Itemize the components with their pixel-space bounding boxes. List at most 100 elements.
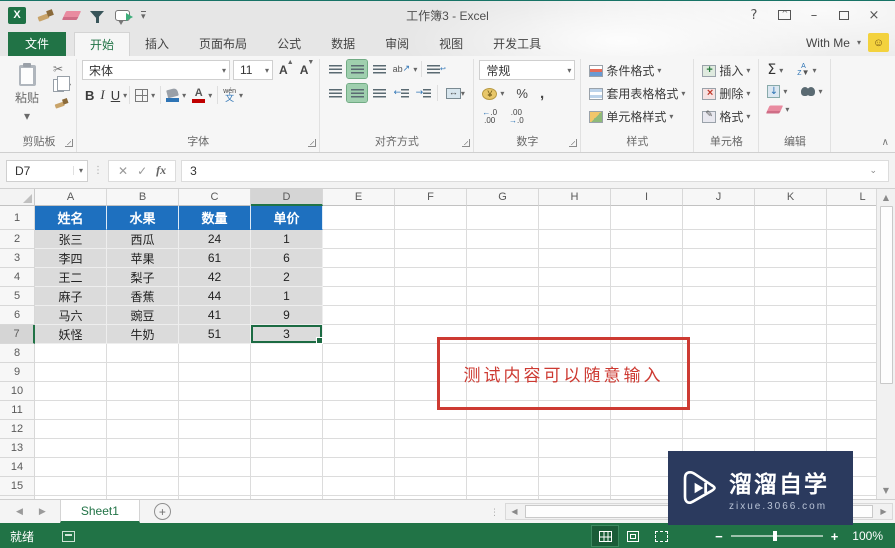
cell-L5[interactable] <box>827 287 876 306</box>
row-header-11[interactable]: 11 <box>0 401 35 420</box>
find-select-button[interactable]: ▾ <box>798 85 825 98</box>
cell-A10[interactable] <box>35 382 107 401</box>
grow-font-button[interactable]: A ▲ <box>276 59 294 79</box>
vertical-scrollbar[interactable]: ▲ ▼ <box>876 189 895 499</box>
bottom-align-button[interactable] <box>369 60 389 78</box>
cell-G1[interactable] <box>467 206 539 230</box>
row-header-9[interactable]: 9 <box>0 363 35 382</box>
enter-icon[interactable]: ✓ <box>137 164 147 178</box>
formula-input[interactable]: 3 ⌄ <box>181 159 889 182</box>
cell-H2[interactable] <box>539 230 611 249</box>
cell-E16[interactable] <box>323 496 395 499</box>
cell-J3[interactable] <box>683 249 755 268</box>
cell-C7[interactable]: 51 <box>179 325 251 344</box>
cell-A13[interactable] <box>35 439 107 458</box>
page-break-view-button[interactable] <box>647 525 675 547</box>
cell-L7[interactable] <box>827 325 876 344</box>
comma-style-button[interactable]: , <box>537 86 547 101</box>
cell-E11[interactable] <box>323 401 395 420</box>
tab-page-layout[interactable]: 页面布局 <box>184 32 262 56</box>
cell-E14[interactable] <box>323 458 395 477</box>
cell-B8[interactable] <box>107 344 179 363</box>
name-box[interactable]: D7 ▾ <box>6 159 88 182</box>
macro-record-icon[interactable] <box>62 530 76 542</box>
fill-color-button[interactable]: ▾ <box>163 87 189 104</box>
format-cells-button[interactable]: 格式 ▾ <box>699 106 753 127</box>
wrap-text-button[interactable]: ↩ <box>426 60 446 78</box>
cell-F15[interactable] <box>395 477 467 496</box>
cell-A15[interactable] <box>35 477 107 496</box>
column-header-B[interactable]: B <box>107 189 179 206</box>
cell-L8[interactable] <box>827 344 876 363</box>
cell-K10[interactable] <box>755 382 827 401</box>
chevron-down-icon[interactable]: ▾ <box>857 38 861 47</box>
cell-H13[interactable] <box>539 439 611 458</box>
cell-I2[interactable] <box>611 230 683 249</box>
cell-L9[interactable] <box>827 363 876 382</box>
cell-A8[interactable] <box>35 344 107 363</box>
cell-K5[interactable] <box>755 287 827 306</box>
cell-H14[interactable] <box>539 458 611 477</box>
cell-K7[interactable] <box>755 325 827 344</box>
row-header-4[interactable]: 4 <box>0 268 35 287</box>
cell-L11[interactable] <box>827 401 876 420</box>
row-header-13[interactable]: 13 <box>0 439 35 458</box>
cell-I12[interactable] <box>611 420 683 439</box>
cell-A2[interactable]: 张三 <box>35 230 107 249</box>
scroll-left-icon[interactable]: ◀ <box>506 503 523 520</box>
cell-B2[interactable]: 西瓜 <box>107 230 179 249</box>
cell-A3[interactable]: 李四 <box>35 249 107 268</box>
cell-C9[interactable] <box>179 363 251 382</box>
cell-C11[interactable] <box>179 401 251 420</box>
scroll-right-icon[interactable]: ▶ <box>875 503 892 520</box>
format-painter-icon[interactable] <box>54 97 68 109</box>
cell-D10[interactable] <box>251 382 323 401</box>
cell-B3[interactable]: 苹果 <box>107 249 179 268</box>
minimize-icon[interactable]: – <box>801 5 827 25</box>
cell-K3[interactable] <box>755 249 827 268</box>
font-name-select[interactable]: 宋体 ▾ <box>82 60 231 80</box>
cell-B12[interactable] <box>107 420 179 439</box>
increase-indent-button[interactable]: → <box>413 84 433 102</box>
cell-G3[interactable] <box>467 249 539 268</box>
column-header-J[interactable]: J <box>683 189 755 206</box>
cell-G13[interactable] <box>467 439 539 458</box>
tab-home[interactable]: 开始 <box>74 32 131 56</box>
cell-G6[interactable] <box>467 306 539 325</box>
cell-D7[interactable]: 3 <box>251 325 323 344</box>
decrease-indent-button[interactable]: ← <box>391 84 411 102</box>
cell-A12[interactable] <box>35 420 107 439</box>
cell-C12[interactable] <box>179 420 251 439</box>
chevron-down-icon[interactable]: ▾ <box>123 91 127 100</box>
cell-A16[interactable] <box>35 496 107 499</box>
cell-B7[interactable]: 牛奶 <box>107 325 179 344</box>
cell-F14[interactable] <box>395 458 467 477</box>
cell-F3[interactable] <box>395 249 467 268</box>
cell-B10[interactable] <box>107 382 179 401</box>
cell-E12[interactable] <box>323 420 395 439</box>
cell-A1[interactable]: 姓名 <box>35 206 107 230</box>
cell-C10[interactable] <box>179 382 251 401</box>
cell-C5[interactable]: 44 <box>179 287 251 306</box>
cell-I1[interactable] <box>611 206 683 230</box>
cell-G12[interactable] <box>467 420 539 439</box>
cell-F5[interactable] <box>395 287 467 306</box>
filter-icon[interactable] <box>90 11 104 23</box>
cell-B15[interactable] <box>107 477 179 496</box>
cell-E2[interactable] <box>323 230 395 249</box>
cell-E7[interactable] <box>323 325 395 344</box>
cell-F6[interactable] <box>395 306 467 325</box>
cell-H1[interactable] <box>539 206 611 230</box>
cell-K1[interactable] <box>755 206 827 230</box>
cell-E4[interactable] <box>323 268 395 287</box>
cell-G2[interactable] <box>467 230 539 249</box>
dialog-launcher-icon[interactable] <box>308 139 317 147</box>
column-header-A[interactable]: A <box>35 189 107 206</box>
cell-C3[interactable]: 61 <box>179 249 251 268</box>
cell-L1[interactable] <box>827 206 876 230</box>
cell-H3[interactable] <box>539 249 611 268</box>
cell-H4[interactable] <box>539 268 611 287</box>
collapse-ribbon-icon[interactable]: ∧ <box>882 137 889 148</box>
scroll-up-icon[interactable]: ▲ <box>877 189 895 206</box>
select-all-corner[interactable] <box>0 189 35 206</box>
